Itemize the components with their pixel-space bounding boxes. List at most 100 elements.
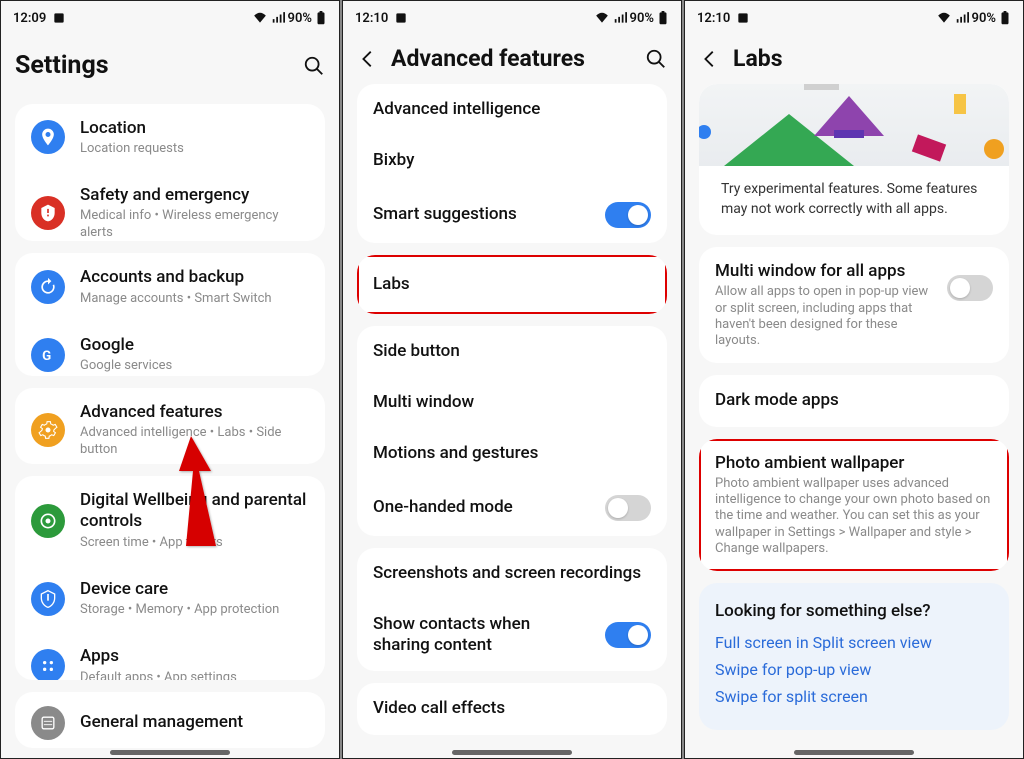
item-sub: Default apps • App settings xyxy=(80,670,309,680)
header: Advanced features xyxy=(343,35,681,84)
battery-icon xyxy=(657,11,669,25)
header: Settings xyxy=(1,35,339,98)
labs-list[interactable]: Try experimental features. Some features… xyxy=(685,84,1023,758)
link-full-screen-split[interactable]: Full screen in Split screen view xyxy=(715,633,993,652)
search-button[interactable] xyxy=(645,48,667,70)
google-icon: G xyxy=(31,338,65,372)
link-swipe-popup[interactable]: Swipe for pop-up view xyxy=(715,660,993,679)
status-time: 12:09 xyxy=(13,11,46,26)
item-sub: Medical info • Wireless emergency alerts xyxy=(80,208,309,241)
link-swipe-split[interactable]: Swipe for split screen xyxy=(715,687,993,706)
settings-item-general-management[interactable]: General management xyxy=(15,692,325,748)
item-title: Location xyxy=(80,118,309,139)
item-multi-window-all-apps[interactable]: Multi window for all appsAllow all apps … xyxy=(699,247,1009,363)
gesture-bar xyxy=(452,750,572,755)
status-time: 12:10 xyxy=(697,11,730,26)
gesture-bar xyxy=(794,750,914,755)
item-title: Advanced intelligence xyxy=(373,99,651,120)
signal-icon xyxy=(271,11,285,25)
item-title: One-handed mode xyxy=(373,497,590,518)
item-title: Multi window xyxy=(373,392,651,413)
item-title: Labs xyxy=(373,274,651,295)
settings-item-accounts-backup[interactable]: Accounts and backup Manage accounts • Sma… xyxy=(15,253,325,321)
svg-text:G: G xyxy=(42,349,51,364)
item-screenshots-recordings[interactable]: Screenshots and screen recordings xyxy=(357,548,667,599)
battery-icon xyxy=(999,11,1011,25)
item-labs[interactable]: Labs xyxy=(357,255,667,314)
item-bixby[interactable]: Bixby xyxy=(357,135,667,186)
general-icon xyxy=(31,706,65,740)
screenshot-icon xyxy=(52,11,66,25)
item-title: Apps xyxy=(80,646,309,667)
item-title: General management xyxy=(80,712,309,733)
item-title: Side button xyxy=(373,341,651,362)
looking-title: Looking for something else? xyxy=(715,601,993,621)
settings-item-safety[interactable]: Safety and emergencyMedical info • Wirel… xyxy=(15,171,325,241)
wifi-icon xyxy=(252,11,268,25)
advanced-icon xyxy=(31,413,65,447)
toggle-smart-suggestions[interactable] xyxy=(605,202,651,228)
wifi-icon xyxy=(936,11,952,25)
settings-item-google[interactable]: G Google Google services xyxy=(15,321,325,376)
header: Labs xyxy=(685,35,1023,84)
wellbeing-icon xyxy=(31,504,65,538)
item-title: Multi window for all apps xyxy=(715,261,932,282)
item-title: Google xyxy=(80,335,309,356)
location-icon xyxy=(31,120,65,154)
signal-icon xyxy=(613,11,627,25)
item-title: Accounts and backup xyxy=(80,267,309,288)
status-time: 12:10 xyxy=(355,11,388,26)
item-dark-mode-apps[interactable]: Dark mode apps xyxy=(699,375,1009,426)
back-button[interactable] xyxy=(699,48,721,70)
battery-percent: 90% xyxy=(630,11,654,26)
item-advanced-intelligence[interactable]: Advanced intelligence xyxy=(357,84,667,135)
screen-advanced-features: 12:10 90% Advanced features Advanced int… xyxy=(342,0,682,759)
item-sub: Google services xyxy=(80,358,309,374)
item-title: Device care xyxy=(80,579,309,600)
item-photo-ambient-wallpaper[interactable]: Photo ambient wallpaperPhoto ambient wal… xyxy=(699,439,1009,572)
annotation-arrow xyxy=(151,426,241,556)
item-motions-gestures[interactable]: Motions and gestures xyxy=(357,428,667,479)
labs-banner xyxy=(699,84,1009,166)
item-smart-suggestions[interactable]: Smart suggestions xyxy=(357,187,667,243)
page-title: Advanced features xyxy=(391,45,633,72)
screenshot-icon xyxy=(394,11,408,25)
toggle-multi-window-all[interactable] xyxy=(947,275,993,301)
item-video-call-effects[interactable]: Video call effects xyxy=(357,683,667,734)
settings-item-location[interactable]: Location Location requests xyxy=(15,104,325,172)
item-title: Motions and gestures xyxy=(373,443,651,464)
page-title: Labs xyxy=(733,45,1009,72)
item-sub: Storage • Memory • App protection xyxy=(80,602,309,618)
safety-icon xyxy=(31,196,65,230)
apps-icon xyxy=(31,649,65,679)
search-button[interactable] xyxy=(303,55,325,77)
back-button[interactable] xyxy=(357,48,379,70)
looking-for-card: Looking for something else? Full screen … xyxy=(699,583,1009,730)
item-multi-window[interactable]: Multi window xyxy=(357,377,667,428)
item-title: Safety and emergency xyxy=(80,185,309,206)
signal-icon xyxy=(955,11,969,25)
status-bar: 12:10 90% xyxy=(685,1,1023,35)
item-title: Screenshots and screen recordings xyxy=(373,563,651,584)
gesture-bar xyxy=(110,750,230,755)
item-show-contacts-sharing[interactable]: Show contacts when sharing content xyxy=(357,599,667,672)
item-sub: Manage accounts • Smart Switch xyxy=(80,291,309,307)
battery-percent: 90% xyxy=(972,11,996,26)
item-title: Dark mode apps xyxy=(715,390,993,411)
toggle-one-handed[interactable] xyxy=(605,495,651,521)
item-sub: Location requests xyxy=(80,141,309,157)
page-title: Settings xyxy=(15,51,291,80)
labs-intro: Try experimental features. Some features… xyxy=(715,180,993,219)
item-one-handed-mode[interactable]: One-handed mode xyxy=(357,480,667,536)
settings-item-apps[interactable]: Apps Default apps • App settings xyxy=(15,632,325,679)
item-side-button[interactable]: Side button xyxy=(357,326,667,377)
settings-item-device-care[interactable]: Device care Storage • Memory • App protec… xyxy=(15,565,325,633)
advanced-features-list[interactable]: Advanced intelligence Bixby Smart sugges… xyxy=(343,84,681,758)
item-title: Video call effects xyxy=(373,698,651,719)
item-title: Smart suggestions xyxy=(373,204,590,225)
item-title: Advanced features xyxy=(80,402,309,423)
screen-labs: 12:10 90% Labs xyxy=(684,0,1024,759)
toggle-show-contacts[interactable] xyxy=(605,622,651,648)
screen-settings: 12:09 90% Settings LocationLocation requ… xyxy=(0,0,340,759)
item-title: Photo ambient wallpaper xyxy=(715,453,993,474)
